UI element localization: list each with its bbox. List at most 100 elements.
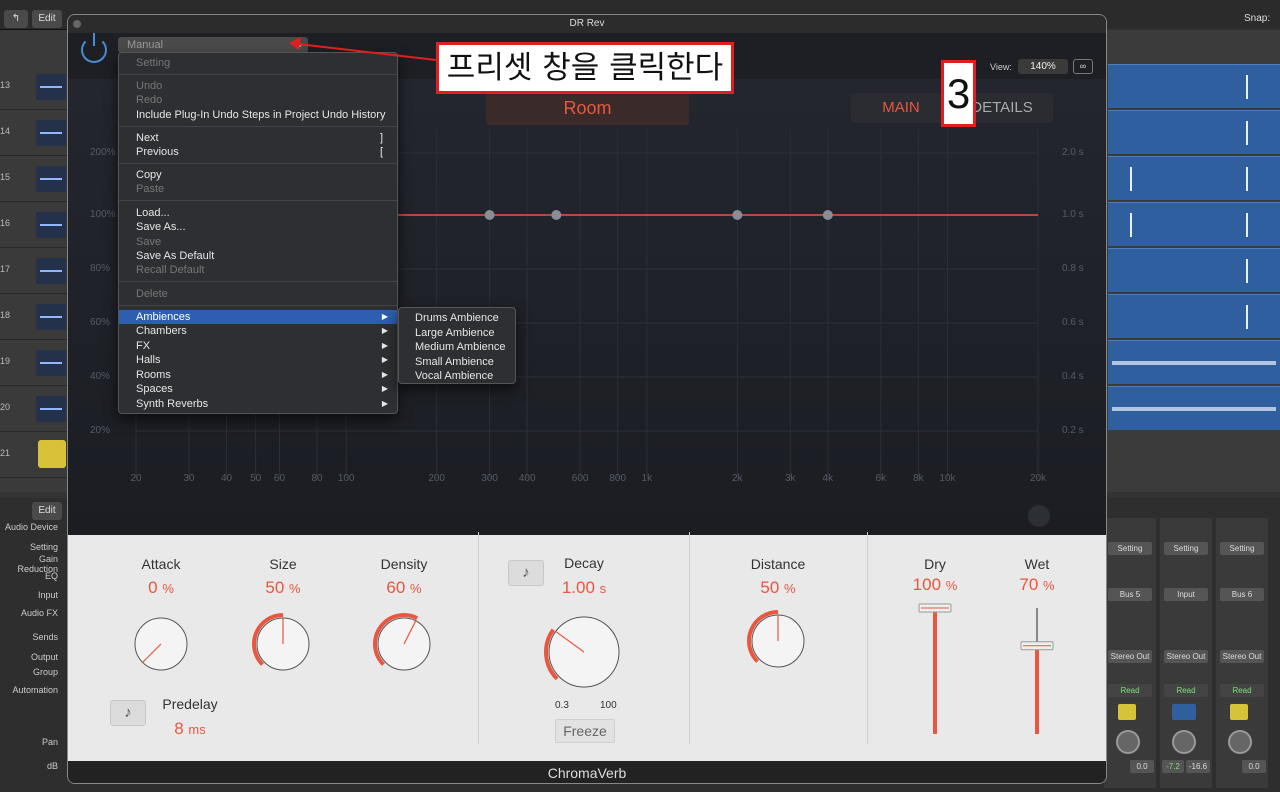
edit-menu[interactable]: Edit [32,10,62,28]
track-row[interactable]: 18 [0,294,68,340]
x-tick: 3k [784,473,796,484]
menu-item-synth-reverbs[interactable]: Synth Reverbs ▶ [119,397,397,411]
menu-item-next[interactable]: Next] [119,131,397,145]
input-slot[interactable]: Bus 6 [1220,588,1264,601]
track-row[interactable]: 16 [0,202,68,248]
timer-icon [1118,704,1136,720]
waveform-icon [36,304,66,330]
menu-item-save-as-default[interactable]: Save As Default [119,249,397,263]
submenu-item[interactable]: Large Ambience [399,326,515,340]
submenu-item[interactable]: Vocal Ambience [399,369,515,383]
audio-region[interactable] [1108,386,1280,430]
automation-slot[interactable]: Read [1164,684,1208,697]
output-slot[interactable]: Stereo Out [1108,650,1152,663]
back-button[interactable]: ↰ [4,10,28,28]
snap-label: Snap: [1244,13,1271,24]
menu-item-copy[interactable]: Copy [119,168,397,182]
zoom-select[interactable]: 140% [1018,59,1068,74]
menu-item-load[interactable]: Load... [119,206,397,220]
menu-item-save: Save [136,236,162,248]
audio-region[interactable] [1108,156,1280,200]
menu-item-ambiences[interactable]: Ambiences ▶ [119,310,397,324]
menu-item-save-as[interactable]: Save As... [119,220,397,234]
waveform-icon [36,350,66,376]
audio-region[interactable] [1108,340,1280,384]
x-tick: 20k [1029,473,1047,484]
pan-knob[interactable] [1116,730,1140,754]
submenu-item[interactable]: Drums Ambience [399,311,515,325]
track-row[interactable]: 14 [0,110,68,156]
submenu-item[interactable]: Medium Ambience [399,340,515,354]
menu-item-halls[interactable]: Halls ▶ [119,353,397,367]
audio-region[interactable] [1108,294,1280,338]
track-row[interactable]: 15 [0,156,68,202]
x-tick: 200 [428,473,445,484]
room-mode-button[interactable]: Room [486,91,689,125]
submenu-arrow-icon: ▶ [381,370,388,379]
automation-slot[interactable]: Read [1220,684,1264,697]
menu-item-fx[interactable]: FX ▶ [119,339,397,353]
setting-slot[interactable]: Setting [1220,542,1264,555]
channel-strip: Setting Bus 5 Stereo Out Read 0.0 [1104,518,1156,788]
menu-item-delete: Delete [136,288,168,300]
timer-icon [1230,704,1248,720]
waveform-icon [36,74,66,100]
view-label: View: [990,62,1012,72]
mixer-label: dB [46,761,58,771]
x-tick: 60 [273,473,286,484]
y-right-tick: 0.4 s [1062,371,1084,382]
x-tick: 30 [183,473,195,484]
submenu-item[interactable]: Small Ambience [399,355,515,369]
y-left-tick: 40% [90,371,111,382]
link-icon[interactable]: ∞ [1073,59,1093,74]
output-slot[interactable]: Stereo Out [1220,650,1264,663]
pan-knob[interactable] [1172,730,1196,754]
audio-region[interactable] [1108,248,1280,292]
y-left-tick: 20% [90,425,111,436]
track-number: 19 [0,356,11,366]
y-right-tick: 2.0 s [1062,147,1084,158]
preset-menu: Setting Undo Redo Include Plug-In Undo Step… [118,52,398,414]
curve-handle [551,210,562,220]
input-slot[interactable]: Input [1164,588,1208,601]
close-window-icon[interactable] [73,20,81,28]
menu-item-rooms[interactable]: Rooms ▶ [119,368,397,382]
submenu-arrow-icon: ▶ [381,399,388,408]
menu-item-chambers[interactable]: Chambers ▶ [119,324,397,338]
menu-item-spaces[interactable]: Spaces ▶ [119,382,397,396]
freeze-button[interactable]: Freeze [555,719,615,743]
x-tick: 4k [822,473,834,484]
annotation-step-number: 3 [941,60,976,127]
mixer-edit-menu[interactable]: Edit [32,502,62,520]
visualizer-icon[interactable] [1028,505,1050,527]
input-slot[interactable]: Bus 5 [1108,588,1152,601]
track-row[interactable]: 13 [0,64,68,110]
setting-slot[interactable]: Setting [1108,542,1152,555]
menu-item-previous[interactable]: Previous[ [119,145,397,159]
x-tick: 2k [732,473,743,484]
audio-region[interactable] [1108,64,1280,108]
output-slot[interactable]: Stereo Out [1164,650,1208,663]
pan-knob[interactable] [1228,730,1252,754]
y-left-tick: 200% [90,147,116,158]
y-right-tick: 0.2 s [1062,425,1084,436]
x-tick: 50 [250,473,262,484]
audio-region[interactable] [1108,110,1280,154]
mixer-label: Setting [29,542,58,552]
setting-slot[interactable]: Setting [1164,542,1208,555]
x-tick: 1k [641,473,653,484]
menu-item-setting: Setting [136,57,171,69]
db-peak-readout: -16.6 [1186,760,1210,773]
menu-item-include-plug-in-undo-steps-in-project-undo-history[interactable]: Include Plug-In Undo Steps in Project Un… [119,108,397,122]
power-icon[interactable] [81,33,107,63]
automation-slot[interactable]: Read [1108,684,1152,697]
audio-region[interactable] [1108,202,1280,246]
waveform-icon [36,258,66,284]
track-row[interactable]: 17 [0,248,68,294]
preset-dropdown[interactable]: Manual ⌄ [118,37,308,53]
track-row[interactable]: 19 [0,340,68,386]
tab-main[interactable]: MAIN [851,93,951,123]
track-row[interactable]: 20 [0,386,68,432]
track-row[interactable]: 21 [0,432,68,478]
x-tick: 20 [130,473,142,484]
